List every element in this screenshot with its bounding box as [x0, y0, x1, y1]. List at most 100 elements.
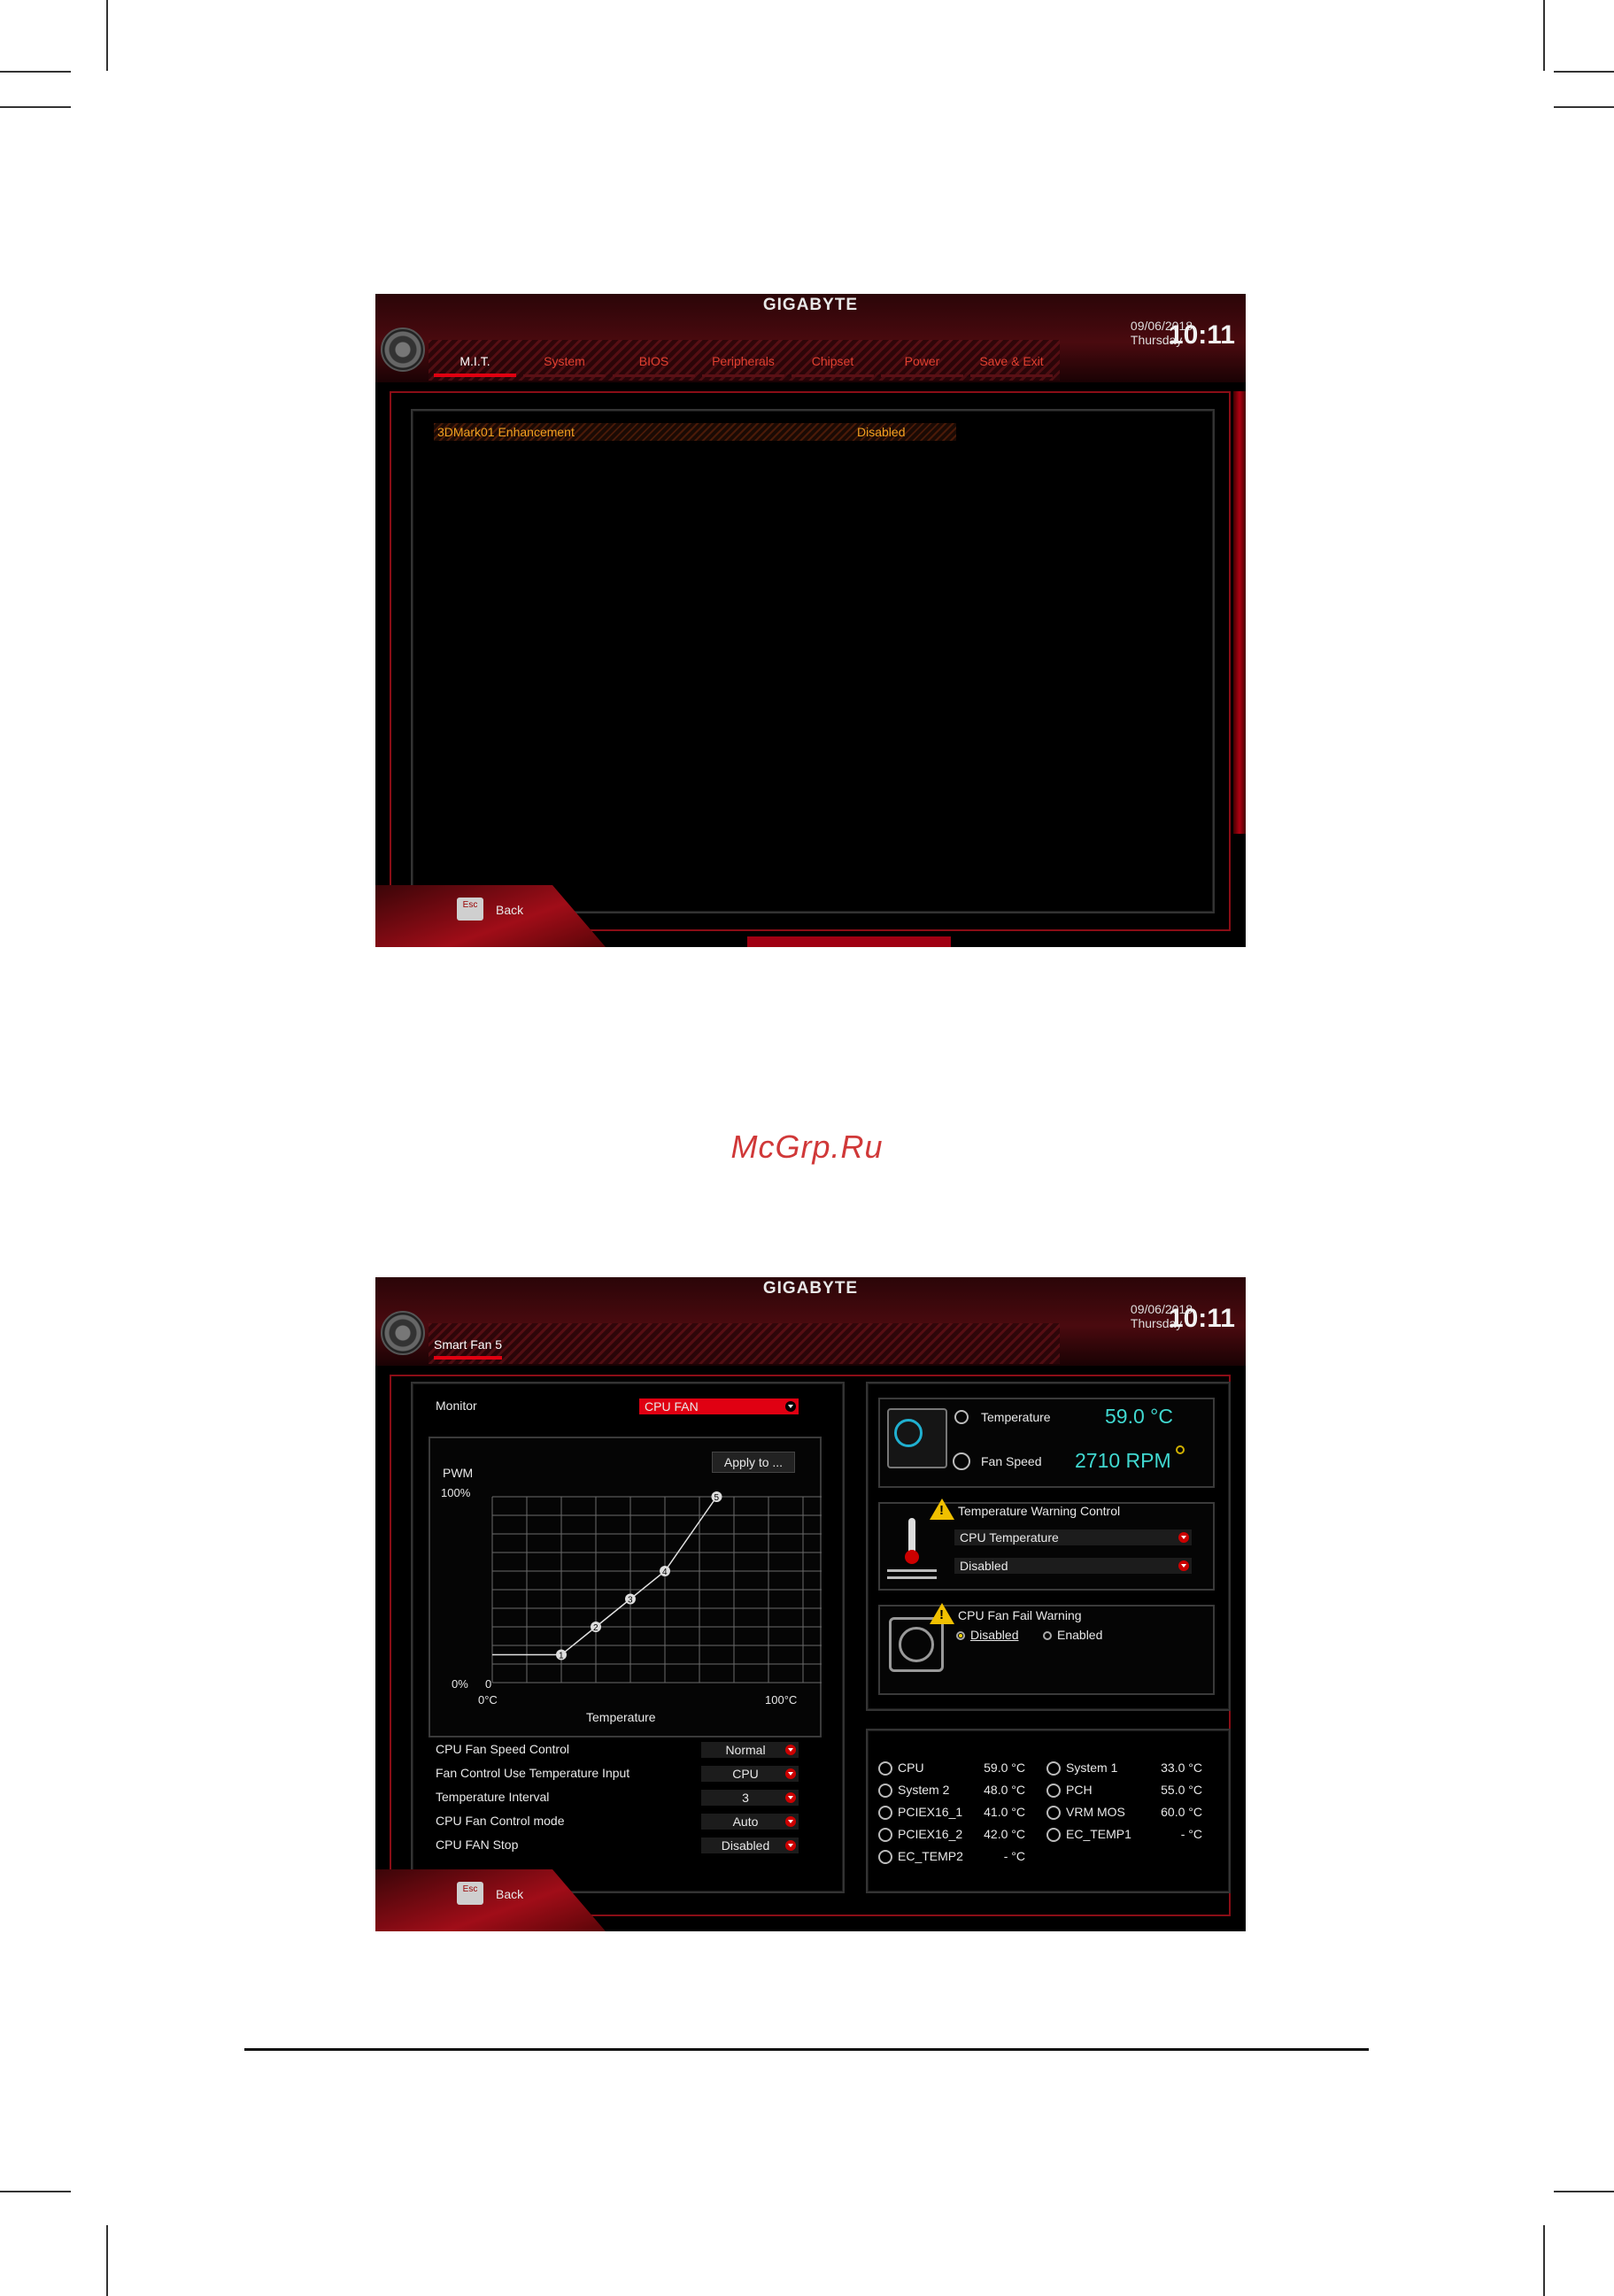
- setting-label: CPU FAN Stop: [436, 1838, 519, 1852]
- setting-value: Auto: [732, 1814, 759, 1829]
- monitor-label: Monitor: [436, 1398, 477, 1413]
- setting-label: Fan Control Use Temperature Input: [436, 1766, 630, 1780]
- monitor-value: CPU FAN: [645, 1399, 699, 1414]
- setting-label: CPU Fan Control mode: [436, 1814, 565, 1828]
- option-3dmark01-enhancement[interactable]: 3DMark01 Enhancement Disabled: [434, 423, 956, 441]
- setting-select[interactable]: Normal: [701, 1742, 799, 1758]
- setting-label: Temperature Interval: [436, 1790, 550, 1804]
- thermometer-icon: [878, 1784, 892, 1798]
- sensor-name: PCH: [1066, 1783, 1093, 1797]
- sensor-name: VRM MOS: [1066, 1805, 1125, 1819]
- thermometer-icon: [1046, 1761, 1061, 1776]
- fan-fail-option-enabled[interactable]: Enabled: [1043, 1628, 1102, 1642]
- gigabyte-logo: GIGABYTE: [762, 1279, 859, 1298]
- scrollbar[interactable]: [1233, 391, 1246, 834]
- sensor-value: 48.0 °C: [984, 1783, 1025, 1797]
- radio-selected-icon: [956, 1631, 965, 1641]
- thermometer-icon: [878, 1806, 892, 1820]
- scroll-down-indicator[interactable]: [747, 936, 951, 947]
- sensor-name: EC_TEMP2: [898, 1849, 963, 1863]
- thermometer-waves-icon: [887, 1518, 937, 1580]
- crop-mark: [0, 106, 71, 108]
- crop-mark: [1543, 2225, 1545, 2296]
- sensor-value: - °C: [1180, 1827, 1202, 1841]
- setting-select[interactable]: Auto: [701, 1814, 799, 1830]
- curve-line: [492, 1496, 718, 1656]
- tab-mit[interactable]: M.I.T.: [434, 354, 516, 377]
- page-rule: [244, 2048, 1369, 2051]
- crop-mark: [0, 2191, 71, 2192]
- temp-warning-value: Disabled: [960, 1559, 1008, 1573]
- sensor-name: PCIEX16_2: [898, 1827, 963, 1841]
- curve-point-label: 3: [628, 1596, 633, 1606]
- tab-bios[interactable]: BIOS: [613, 354, 695, 377]
- fan-fail-title: CPU Fan Fail Warning: [958, 1608, 1082, 1622]
- fan-speed-label: Fan Speed: [981, 1454, 1042, 1468]
- warning-icon: !: [930, 1499, 954, 1520]
- setting-value: Normal: [725, 1743, 766, 1757]
- tab-save-exit[interactable]: Save & Exit: [970, 354, 1053, 377]
- crop-mark: [1554, 2191, 1614, 2192]
- setting-value: 3: [742, 1791, 749, 1805]
- fan-fail-enabled-label: Enabled: [1057, 1628, 1103, 1642]
- x-axis-label: Temperature: [586, 1710, 656, 1724]
- chevron-down-icon: [785, 1745, 796, 1755]
- pc-case-icon: [887, 1408, 947, 1468]
- crop-mark: [106, 0, 108, 71]
- chevron-down-icon: [1178, 1560, 1189, 1571]
- sensor-name: System 1: [1066, 1761, 1118, 1775]
- curve-point-label: 2: [593, 1623, 598, 1633]
- y-max-label: 100%: [441, 1486, 471, 1499]
- thermometer-icon: [878, 1761, 892, 1776]
- thermometer-icon: [1046, 1828, 1061, 1842]
- crop-mark: [0, 71, 71, 73]
- fan-curve-graph[interactable]: PWM 100% 0% 0 0°C 100°C Temperature 1 2 3 4…: [429, 1454, 822, 1737]
- thermometer-icon: [954, 1410, 969, 1424]
- sensor-value: 33.0 °C: [1161, 1761, 1202, 1775]
- temp-warning-title: Temperature Warning Control: [958, 1504, 1121, 1518]
- tab-system[interactable]: System: [523, 354, 606, 377]
- sensor-value: 42.0 °C: [984, 1827, 1025, 1841]
- setting-select[interactable]: 3: [701, 1790, 799, 1806]
- esc-key-icon[interactable]: Esc: [457, 1882, 483, 1905]
- temp-warning-select[interactable]: Disabled: [954, 1558, 1192, 1574]
- page-title: Smart Fan 5: [434, 1337, 503, 1360]
- warning-icon: !: [930, 1603, 954, 1624]
- watermark: McGrp.Ru: [730, 1129, 884, 1165]
- curve-point-label: 4: [662, 1568, 668, 1577]
- fan-fail-option-disabled[interactable]: Disabled: [956, 1628, 1018, 1642]
- chevron-down-icon: [785, 1792, 796, 1803]
- fan-fail-disabled-label: Disabled: [970, 1628, 1019, 1642]
- origin-label: 0: [485, 1677, 491, 1691]
- tab-peripherals[interactable]: Peripherals: [702, 354, 784, 377]
- crop-mark: [1554, 71, 1614, 73]
- setting-select[interactable]: Disabled: [701, 1838, 799, 1853]
- back-button[interactable]: Back: [496, 903, 523, 917]
- chevron-down-icon: [785, 1768, 796, 1779]
- crop-mark: [1554, 106, 1614, 108]
- chevron-down-icon: [785, 1840, 796, 1851]
- sensor-value: - °C: [1003, 1849, 1025, 1863]
- fan-speed-icon: [953, 1452, 970, 1470]
- main-tabs: M.I.T. System BIOS Peripherals Chipset P…: [434, 354, 1060, 377]
- sensor-name: EC_TEMP1: [1066, 1827, 1131, 1841]
- setting-select[interactable]: CPU: [701, 1766, 799, 1782]
- tab-power[interactable]: Power: [881, 354, 963, 377]
- gear-icon: [381, 327, 425, 372]
- chevron-down-icon: [1178, 1532, 1189, 1543]
- thermometer-icon: [878, 1828, 892, 1842]
- sensor-value: 55.0 °C: [1161, 1783, 1202, 1797]
- back-button[interactable]: Back: [496, 1887, 523, 1901]
- monitor-select[interactable]: CPU FAN: [639, 1398, 799, 1414]
- option-label: 3DMark01 Enhancement: [437, 425, 575, 439]
- tab-chipset[interactable]: Chipset: [792, 354, 874, 377]
- sensor-name: System 2: [898, 1783, 950, 1797]
- temp-warning-source-select[interactable]: CPU Temperature: [954, 1529, 1192, 1545]
- sensor-value: 41.0 °C: [984, 1805, 1025, 1819]
- gigabyte-logo: GIGABYTE: [762, 296, 859, 314]
- esc-key-icon[interactable]: Esc: [457, 898, 483, 921]
- option-value: Disabled: [857, 425, 906, 439]
- bios-screen-smart-fan: GIGABYTE 09/06/2018 Thursday 10:11 Smart…: [375, 1277, 1246, 1931]
- crop-mark: [1543, 0, 1545, 71]
- settings-gear-icon[interactable]: [1176, 1445, 1185, 1454]
